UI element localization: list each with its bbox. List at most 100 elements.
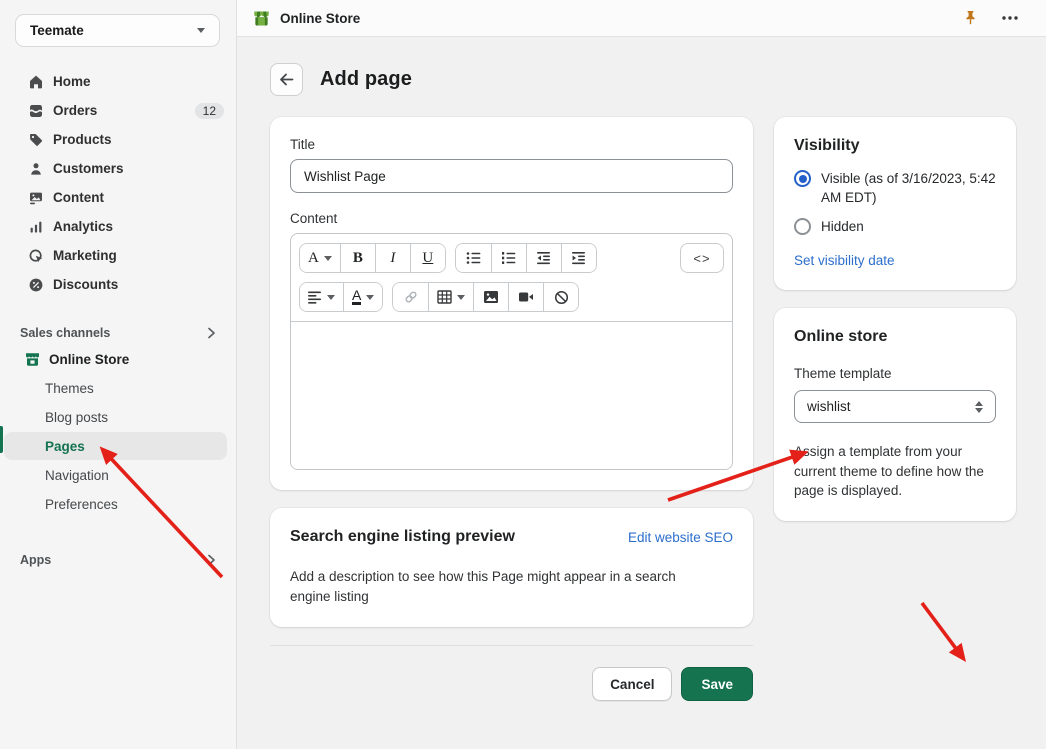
chevron-down-icon: [324, 256, 332, 261]
orders-count-badge: 12: [195, 103, 224, 119]
theme-template-select[interactable]: wishlist: [794, 390, 996, 423]
show-html-button[interactable]: <>: [680, 243, 724, 273]
insert-image-button[interactable]: [473, 283, 508, 311]
context-topbar: Online Store: [237, 0, 1046, 37]
sidebar-item-label: Analytics: [53, 219, 224, 234]
sidebar-item-products[interactable]: Products: [0, 125, 236, 154]
theme-template-value: wishlist: [807, 399, 975, 414]
image-icon: [483, 290, 499, 304]
sidebar-item-online-store[interactable]: Online Store: [0, 345, 236, 373]
products-icon: [27, 131, 44, 148]
sidebar-item-preferences[interactable]: Preferences: [4, 490, 227, 518]
insert-video-button[interactable]: [508, 283, 543, 311]
visibility-option-hidden[interactable]: Hidden: [794, 217, 996, 236]
back-button[interactable]: [270, 63, 303, 96]
seo-card: Search engine listing preview Edit websi…: [270, 508, 753, 627]
clear-formatting-icon: [554, 290, 569, 305]
underline-button[interactable]: U: [410, 244, 445, 272]
indent-icon: [571, 251, 586, 265]
content-label: Content: [290, 211, 733, 226]
visible-option-label: Visible (as of 3/16/2023, 5:42 AM EDT): [821, 169, 996, 207]
cancel-button[interactable]: Cancel: [592, 667, 672, 701]
align-left-icon: [308, 291, 322, 304]
subnav-label: Preferences: [45, 497, 118, 512]
sidebar-item-marketing[interactable]: Marketing: [0, 241, 236, 270]
sidebar-item-customers[interactable]: Customers: [0, 154, 236, 183]
subnav-label: Pages: [45, 439, 85, 454]
sidebar-item-label: Content: [53, 190, 224, 205]
sidebar-item-themes[interactable]: Themes: [4, 374, 227, 402]
online-store-label: Online Store: [49, 352, 129, 367]
sidebar-item-content[interactable]: Content: [0, 183, 236, 212]
sales-channels-label: Sales channels: [20, 326, 110, 340]
outdent-button[interactable]: [526, 244, 561, 272]
sidebar-item-home[interactable]: Home: [0, 67, 236, 96]
main-area: Online Store Add page: [237, 0, 1046, 749]
page-title: Add page: [320, 68, 412, 91]
sidebar-item-discounts[interactable]: Discounts: [0, 270, 236, 299]
radio-unselected-icon[interactable]: [794, 218, 811, 235]
title-label: Title: [290, 137, 733, 152]
bulleted-list-button[interactable]: [456, 244, 491, 272]
save-button[interactable]: Save: [681, 667, 753, 701]
sidebar-item-pages[interactable]: Pages: [4, 432, 227, 460]
numbered-list-button[interactable]: [491, 244, 526, 272]
edit-website-seo-link[interactable]: Edit website SEO: [628, 530, 733, 545]
sidebar-item-label: Discounts: [53, 277, 224, 292]
alignment-button[interactable]: [300, 283, 343, 311]
subnav-label: Navigation: [45, 468, 109, 483]
content-icon: [27, 189, 44, 206]
clear-formatting-button[interactable]: [543, 283, 578, 311]
chevron-right-icon: [207, 327, 216, 339]
text-color-button[interactable]: A: [343, 283, 382, 311]
pin-icon[interactable]: [958, 6, 982, 30]
radio-selected-icon[interactable]: [794, 170, 811, 187]
theme-template-help: Assign a template from your current them…: [794, 442, 996, 501]
table-icon: [437, 290, 452, 304]
visibility-title: Visibility: [794, 137, 996, 155]
marketing-icon: [27, 247, 44, 264]
store-name: Teemate: [30, 23, 84, 38]
sidebar-item-blog-posts[interactable]: Blog posts: [4, 403, 227, 431]
more-actions-icon[interactable]: [998, 6, 1022, 30]
seo-title: Search engine listing preview: [290, 528, 515, 546]
video-icon: [518, 291, 534, 303]
topbar-title: Online Store: [280, 11, 360, 26]
text-color-glyph: A: [352, 289, 361, 305]
online-store-card-title: Online store: [794, 328, 996, 346]
sidebar-item-label: Marketing: [53, 248, 224, 263]
outdent-icon: [536, 251, 551, 265]
store-switcher[interactable]: Teemate: [15, 14, 220, 47]
apps-section[interactable]: Apps: [0, 548, 236, 572]
text-style-button[interactable]: A: [300, 244, 340, 272]
customers-icon: [27, 160, 44, 177]
chevron-down-icon: [327, 295, 335, 300]
sidebar-item-navigation[interactable]: Navigation: [4, 461, 227, 489]
indent-button[interactable]: [561, 244, 596, 272]
orders-icon: [27, 102, 44, 119]
footer-actions: Cancel Save: [270, 667, 753, 701]
insert-table-button[interactable]: [428, 283, 473, 311]
chevron-right-icon: [207, 554, 216, 566]
store-icon: [23, 350, 41, 368]
insert-link-button[interactable]: [393, 283, 428, 311]
seo-description: Add a description to see how this Page m…: [290, 567, 720, 607]
content-textarea[interactable]: [291, 321, 732, 469]
shopify-admin: Teemate Home Orders 12 Produ: [0, 0, 1046, 749]
rich-text-editor: A B I U: [290, 233, 733, 470]
bold-button[interactable]: B: [340, 244, 375, 272]
sidebar-item-label: Orders: [53, 103, 195, 118]
sidebar-item-label: Home: [53, 74, 224, 89]
sidebar-item-analytics[interactable]: Analytics: [0, 212, 236, 241]
title-input[interactable]: [290, 159, 733, 193]
apps-label: Apps: [20, 553, 51, 567]
editor-toolbar: A B I U: [291, 234, 732, 312]
set-visibility-date-link[interactable]: Set visibility date: [794, 253, 895, 268]
sidebar-nav: Home Orders 12 Products Customers: [0, 67, 236, 299]
sidebar-item-orders[interactable]: Orders 12: [0, 96, 236, 125]
visibility-option-visible[interactable]: Visible (as of 3/16/2023, 5:42 AM EDT): [794, 169, 996, 207]
sales-channels-section[interactable]: Sales channels: [0, 321, 236, 345]
online-store-card: Online store Theme template wishlist Ass…: [774, 308, 1016, 521]
text-style-glyph: A: [308, 250, 319, 267]
italic-button[interactable]: I: [375, 244, 410, 272]
